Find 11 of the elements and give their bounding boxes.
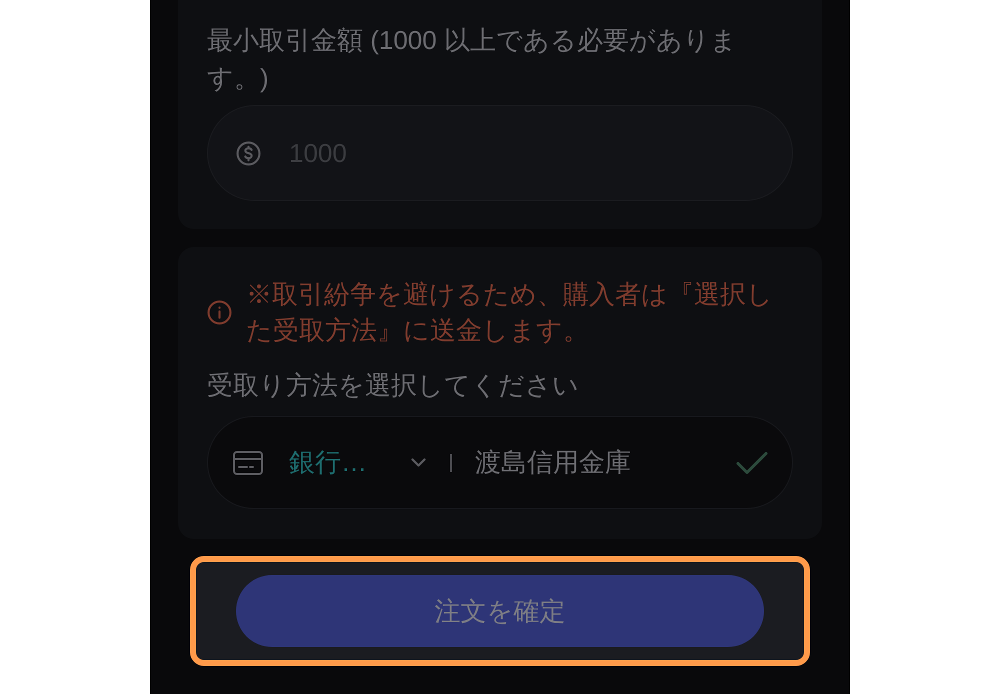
method-type-dropdown[interactable]: 銀行… xyxy=(289,443,426,482)
warning-text: ※取引紛争を避けるため、購入者は『選択した受取方法』に送金します。 xyxy=(246,278,774,347)
dollar-icon xyxy=(236,140,261,166)
confirm-order-button[interactable]: 注文を確定 xyxy=(236,575,764,647)
chevron-down-icon xyxy=(411,458,426,467)
amount-label: 最小取引金額 (1000 以上である必要があります。) xyxy=(207,24,738,95)
account-name: 渡島信用金庫 xyxy=(475,446,631,479)
info-icon xyxy=(207,300,232,324)
method-label: 受取り方法を選択してください xyxy=(207,369,580,402)
payment-method-field[interactable]: 銀行… 渡島信用金庫 xyxy=(207,416,793,509)
card-icon xyxy=(233,450,263,474)
